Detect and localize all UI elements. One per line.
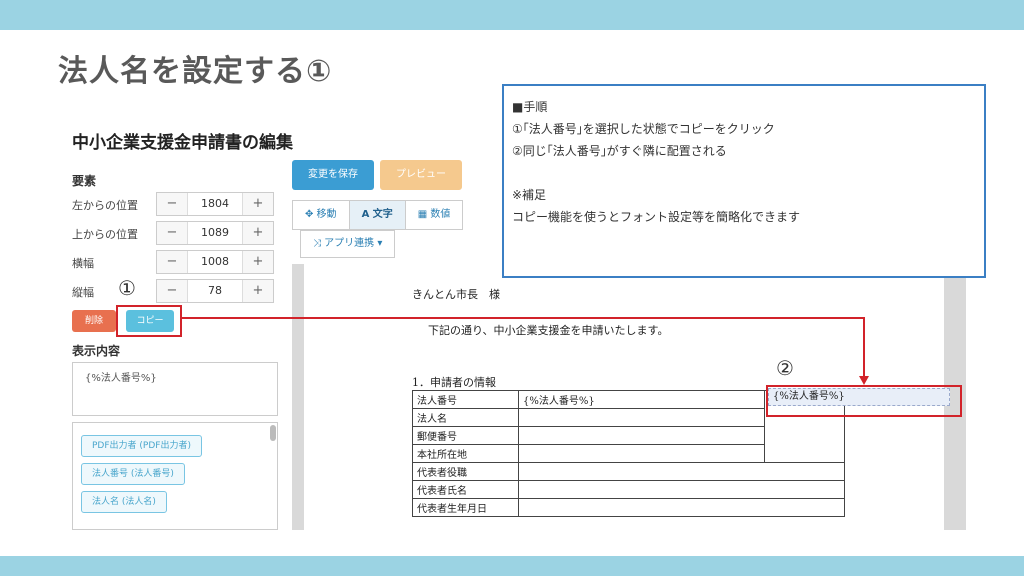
doc-section-heading: 1．申請者の情報 (412, 376, 496, 389)
form-title: 中小企業支援金申請書の編集 (72, 133, 293, 153)
increment-button[interactable]: + (243, 193, 273, 215)
arrow-down-icon (859, 376, 869, 385)
row-label: 法人番号 (412, 390, 519, 409)
decrement-button[interactable]: − (157, 193, 187, 215)
copied-field-highlight (766, 385, 962, 417)
corporate-number-field[interactable]: {%法人番号%} (518, 390, 765, 409)
row-label: 代表者役職 (412, 462, 519, 481)
row-label: 本社所在地 (412, 444, 519, 463)
left-position-input[interactable]: 1804 (187, 193, 243, 215)
note-spacer (512, 162, 976, 184)
element-section-label: 要素 (72, 174, 97, 188)
value-cell (518, 408, 765, 427)
field-row-width: 横幅 − 1008 + (72, 250, 274, 274)
width-input[interactable]: 1008 (187, 251, 243, 273)
increment-button[interactable]: + (243, 222, 273, 244)
note-step-two: ②同じ｢法人番号｣がすぐ隣に配置される (512, 144, 727, 158)
delete-button[interactable]: 削除 (72, 310, 116, 332)
connector-vertical (863, 317, 865, 377)
app-integration-dropdown[interactable]: ⤨ アプリ連携 ▾ (300, 230, 396, 258)
note-step-one: ①｢法人番号｣を選択した状態でコピーをクリック (512, 122, 775, 136)
field-label: 縦幅 (72, 286, 94, 299)
note-supplement-heading: ※補足 (512, 188, 547, 202)
field-label: 横幅 (72, 257, 94, 270)
bottom-accent-bar (0, 556, 1024, 576)
slide-title: 法人名を設定する① (58, 54, 333, 89)
display-content-label: 表示内容 (72, 344, 121, 358)
value-cell (518, 480, 845, 499)
doc-intro: 下記の通り、中小企業支援金を申請いたします。 (428, 324, 669, 337)
connector-horizontal (182, 317, 865, 319)
decrement-button[interactable]: − (157, 280, 187, 302)
top-position-input[interactable]: 1089 (187, 222, 243, 244)
row-label: 郵便番号 (412, 426, 519, 445)
copy-button-highlight (116, 305, 182, 337)
value-cell (518, 426, 765, 445)
value-cell (518, 462, 845, 481)
tool-tabs: ✥ 移動 A 文字 ▦ 数値 (292, 200, 464, 230)
height-input[interactable]: 78 (187, 280, 243, 302)
note-supplement-text: コピー機能を使うとフォント設定等を簡略化できます (512, 210, 801, 224)
tab-move[interactable]: ✥ 移動 (292, 200, 350, 230)
field-row-top: 上からの位置 − 1089 + (72, 221, 274, 245)
increment-button[interactable]: + (243, 251, 273, 273)
note-heading: ■手順 (512, 100, 548, 114)
tab-number[interactable]: ▦ 数値 (404, 200, 464, 230)
tab-text[interactable]: A 文字 (348, 200, 406, 230)
field-row-left: 左からの位置 − 1804 + (72, 192, 274, 216)
chip-corporate-name[interactable]: 法人名 (法人名) (81, 491, 167, 513)
value-cell (518, 498, 845, 517)
row-label: 法人名 (412, 408, 519, 427)
left-position-stepper[interactable]: − 1804 + (156, 192, 274, 216)
marker-one: ① (118, 276, 136, 300)
field-label: 左からの位置 (72, 199, 138, 212)
field-row-height: 縦幅 − 78 + (72, 279, 274, 303)
save-changes-button[interactable]: 変更を保存 (292, 160, 374, 190)
value-cell (518, 444, 765, 463)
decrement-button[interactable]: − (157, 222, 187, 244)
top-position-stepper[interactable]: − 1089 + (156, 221, 274, 245)
row-label: 代表者生年月日 (412, 498, 519, 517)
list-scrollbar[interactable] (270, 425, 276, 441)
row-label: 代表者氏名 (412, 480, 519, 499)
doc-addressee: きんとん市長 様 (412, 288, 500, 301)
marker-two: ② (776, 356, 794, 380)
chip-pdf-output[interactable]: PDF出力者 (PDF出力者) (81, 435, 202, 457)
steps-note-box: ■手順 ①｢法人番号｣を選択した状態でコピーをクリック ②同じ｢法人番号｣がすぐ… (502, 84, 986, 278)
display-content-textarea[interactable]: {%法人番号%} (72, 362, 278, 416)
preview-button[interactable]: プレビュー (380, 160, 462, 190)
decrement-button[interactable]: − (157, 251, 187, 273)
top-accent-bar (0, 0, 1024, 30)
height-stepper[interactable]: − 78 + (156, 279, 274, 303)
field-label: 上からの位置 (72, 228, 138, 241)
field-chip-list: PDF出力者 (PDF出力者) 法人番号 (法人番号) 法人名 (法人名) (72, 422, 278, 530)
width-stepper[interactable]: − 1008 + (156, 250, 274, 274)
chip-corporate-number[interactable]: 法人番号 (法人番号) (81, 463, 185, 485)
increment-button[interactable]: + (243, 280, 273, 302)
